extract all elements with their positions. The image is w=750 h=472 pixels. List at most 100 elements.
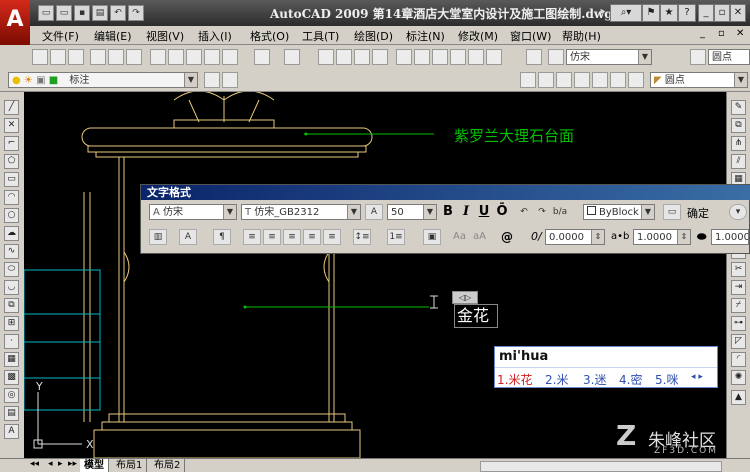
- make-block-icon[interactable]: ⊞: [4, 316, 19, 331]
- dimordinate-icon[interactable]: [574, 72, 590, 88]
- scroll-up-icon[interactable]: ▲: [731, 390, 746, 405]
- title-arrow-icon[interactable]: ▸: [598, 4, 608, 20]
- oblique-angle-input[interactable]: 0.0000 ⇕: [545, 229, 605, 245]
- doc-minimize-icon[interactable]: _: [700, 28, 705, 39]
- menu-help[interactable]: 帮助(H): [562, 28, 601, 44]
- bold-button[interactable]: B: [441, 203, 455, 221]
- redo-toolbar-icon[interactable]: [284, 49, 300, 65]
- copy-object-icon[interactable]: ⧉: [731, 118, 746, 133]
- drawing-area[interactable]: 紫罗兰大理石台面 Y X ◁▷ 金花 Z 朱峰社区 ZF3D.COM: [24, 92, 726, 458]
- text-style-select[interactable]: A 仿宋 ▼: [149, 204, 237, 220]
- extend-icon[interactable]: ⇥: [731, 280, 746, 295]
- block-editor-icon[interactable]: [222, 49, 238, 65]
- construction-line-icon[interactable]: ✕: [4, 118, 19, 133]
- uppercase-button[interactable]: Aa: [453, 231, 466, 242]
- menu-insert[interactable]: 插入(I): [198, 28, 232, 44]
- tracking-input[interactable]: 1.0000 ⇕: [633, 229, 691, 245]
- ellipse-icon[interactable]: ⬭: [4, 262, 19, 277]
- ruler-icon[interactable]: ▭: [663, 204, 681, 220]
- menu-draw[interactable]: 绘图(D): [354, 28, 393, 44]
- ime-candidate-5[interactable]: 5.咪: [655, 371, 678, 388]
- align-left-icon[interactable]: ≡: [243, 229, 261, 245]
- join-icon[interactable]: ⊶: [731, 316, 746, 331]
- plot-icon[interactable]: [90, 49, 106, 65]
- numbering-icon[interactable]: 1≡: [387, 229, 405, 245]
- rectangle-icon[interactable]: ▭: [4, 172, 19, 187]
- mtext-editor[interactable]: 金花: [454, 304, 498, 328]
- options-icon[interactable]: ▾: [729, 204, 747, 220]
- undo-text-icon[interactable]: ↶: [515, 205, 533, 221]
- app-logo[interactable]: A: [0, 0, 30, 46]
- menu-dimension[interactable]: 标注(N): [406, 28, 445, 44]
- align-center-icon[interactable]: ≡: [263, 229, 281, 245]
- tab-nav-first-icon[interactable]: ◂◂: [30, 459, 39, 469]
- gradient-icon[interactable]: ▩: [4, 370, 19, 385]
- erase-icon[interactable]: ✎: [731, 100, 746, 115]
- ime-candidate-2[interactable]: 2.米: [545, 371, 568, 388]
- ime-candidate-4[interactable]: 4.密: [619, 371, 642, 388]
- underline-button[interactable]: U: [477, 203, 491, 221]
- properties-icon[interactable]: [396, 49, 412, 65]
- pan-icon[interactable]: [318, 49, 334, 65]
- plot-preview-icon[interactable]: [108, 49, 124, 65]
- offset-icon[interactable]: ⫽: [731, 154, 746, 169]
- justify-icon[interactable]: ≡: [303, 229, 321, 245]
- width-factor-input[interactable]: 1.0000: [711, 229, 749, 245]
- ok-button[interactable]: 确定: [687, 205, 709, 221]
- cut-icon[interactable]: [150, 49, 166, 65]
- redo-text-icon[interactable]: ↷: [533, 205, 551, 221]
- tool-palettes-icon[interactable]: [432, 49, 448, 65]
- menu-modify[interactable]: 修改(M): [458, 28, 498, 44]
- text-style-combo[interactable]: 仿宋 ▼: [566, 49, 652, 65]
- search-icon[interactable]: ⌕▾: [610, 4, 642, 22]
- text-format-title[interactable]: 文字格式: [141, 185, 750, 200]
- line-icon[interactable]: ╱: [4, 100, 19, 115]
- open-icon[interactable]: [50, 49, 66, 65]
- layer-previous-icon[interactable]: [204, 72, 220, 88]
- print-icon[interactable]: ▤: [92, 5, 108, 21]
- save-icon[interactable]: ▪: [74, 5, 90, 21]
- close-icon[interactable]: ✕: [730, 4, 746, 22]
- circle-icon[interactable]: ○: [4, 208, 19, 223]
- multiline-text-icon[interactable]: A: [4, 424, 19, 439]
- font-select[interactable]: T 仿宋_GB2312 ▼: [241, 204, 361, 220]
- insert-block-icon[interactable]: ⧉: [4, 298, 19, 313]
- paste-icon[interactable]: [186, 49, 202, 65]
- align-right-icon[interactable]: ≡: [283, 229, 301, 245]
- italic-button[interactable]: I: [459, 203, 473, 221]
- paragraph-icon[interactable]: ¶: [213, 229, 231, 245]
- tab-nav-next-icon[interactable]: ▸: [58, 459, 63, 469]
- help-icon[interactable]: ?: [678, 4, 696, 22]
- arc-icon[interactable]: ◠: [4, 190, 19, 205]
- undo-toolbar-icon[interactable]: [254, 49, 270, 65]
- spline-icon[interactable]: ∿: [4, 244, 19, 259]
- explode-icon[interactable]: ✺: [731, 370, 746, 385]
- design-center-icon[interactable]: [414, 49, 430, 65]
- tab-layout2[interactable]: 布局2: [150, 459, 186, 472]
- dimjogged-icon[interactable]: [610, 72, 626, 88]
- publish-icon[interactable]: [126, 49, 142, 65]
- mtext-justify-icon[interactable]: A: [179, 229, 197, 245]
- layer-combo[interactable]: ● ☀ ▣ ■ 标注 ▼: [8, 72, 198, 88]
- dimdiameter-icon[interactable]: [628, 72, 644, 88]
- quickcalc-icon[interactable]: [486, 49, 502, 65]
- dim-style-icon[interactable]: [690, 49, 706, 65]
- menu-file[interactable]: 文件(F): [42, 28, 79, 44]
- new-icon[interactable]: [32, 49, 48, 65]
- distribute-icon[interactable]: ≡: [323, 229, 341, 245]
- ime-input[interactable]: mi'hua: [499, 349, 548, 364]
- mtext-width-handle[interactable]: ◁▷: [452, 291, 478, 304]
- menu-view[interactable]: 视图(V): [146, 28, 184, 44]
- menu-format[interactable]: 格式(O): [250, 28, 289, 44]
- ime-candidate-3[interactable]: 3.迷: [583, 371, 606, 388]
- ime-candidate-1[interactable]: 1.米花: [497, 371, 532, 388]
- columns-icon[interactable]: ▥: [149, 229, 167, 245]
- polyline-icon[interactable]: ⌐: [4, 136, 19, 151]
- menu-tools[interactable]: 工具(T): [302, 28, 339, 44]
- region-icon[interactable]: ◎: [4, 388, 19, 403]
- save-toolbar-icon[interactable]: [68, 49, 84, 65]
- tab-layout1[interactable]: 布局1: [112, 459, 148, 472]
- undo-icon[interactable]: ↶: [110, 5, 126, 21]
- mirror-icon[interactable]: ⋔: [731, 136, 746, 151]
- favorites-icon[interactable]: ★: [660, 4, 678, 22]
